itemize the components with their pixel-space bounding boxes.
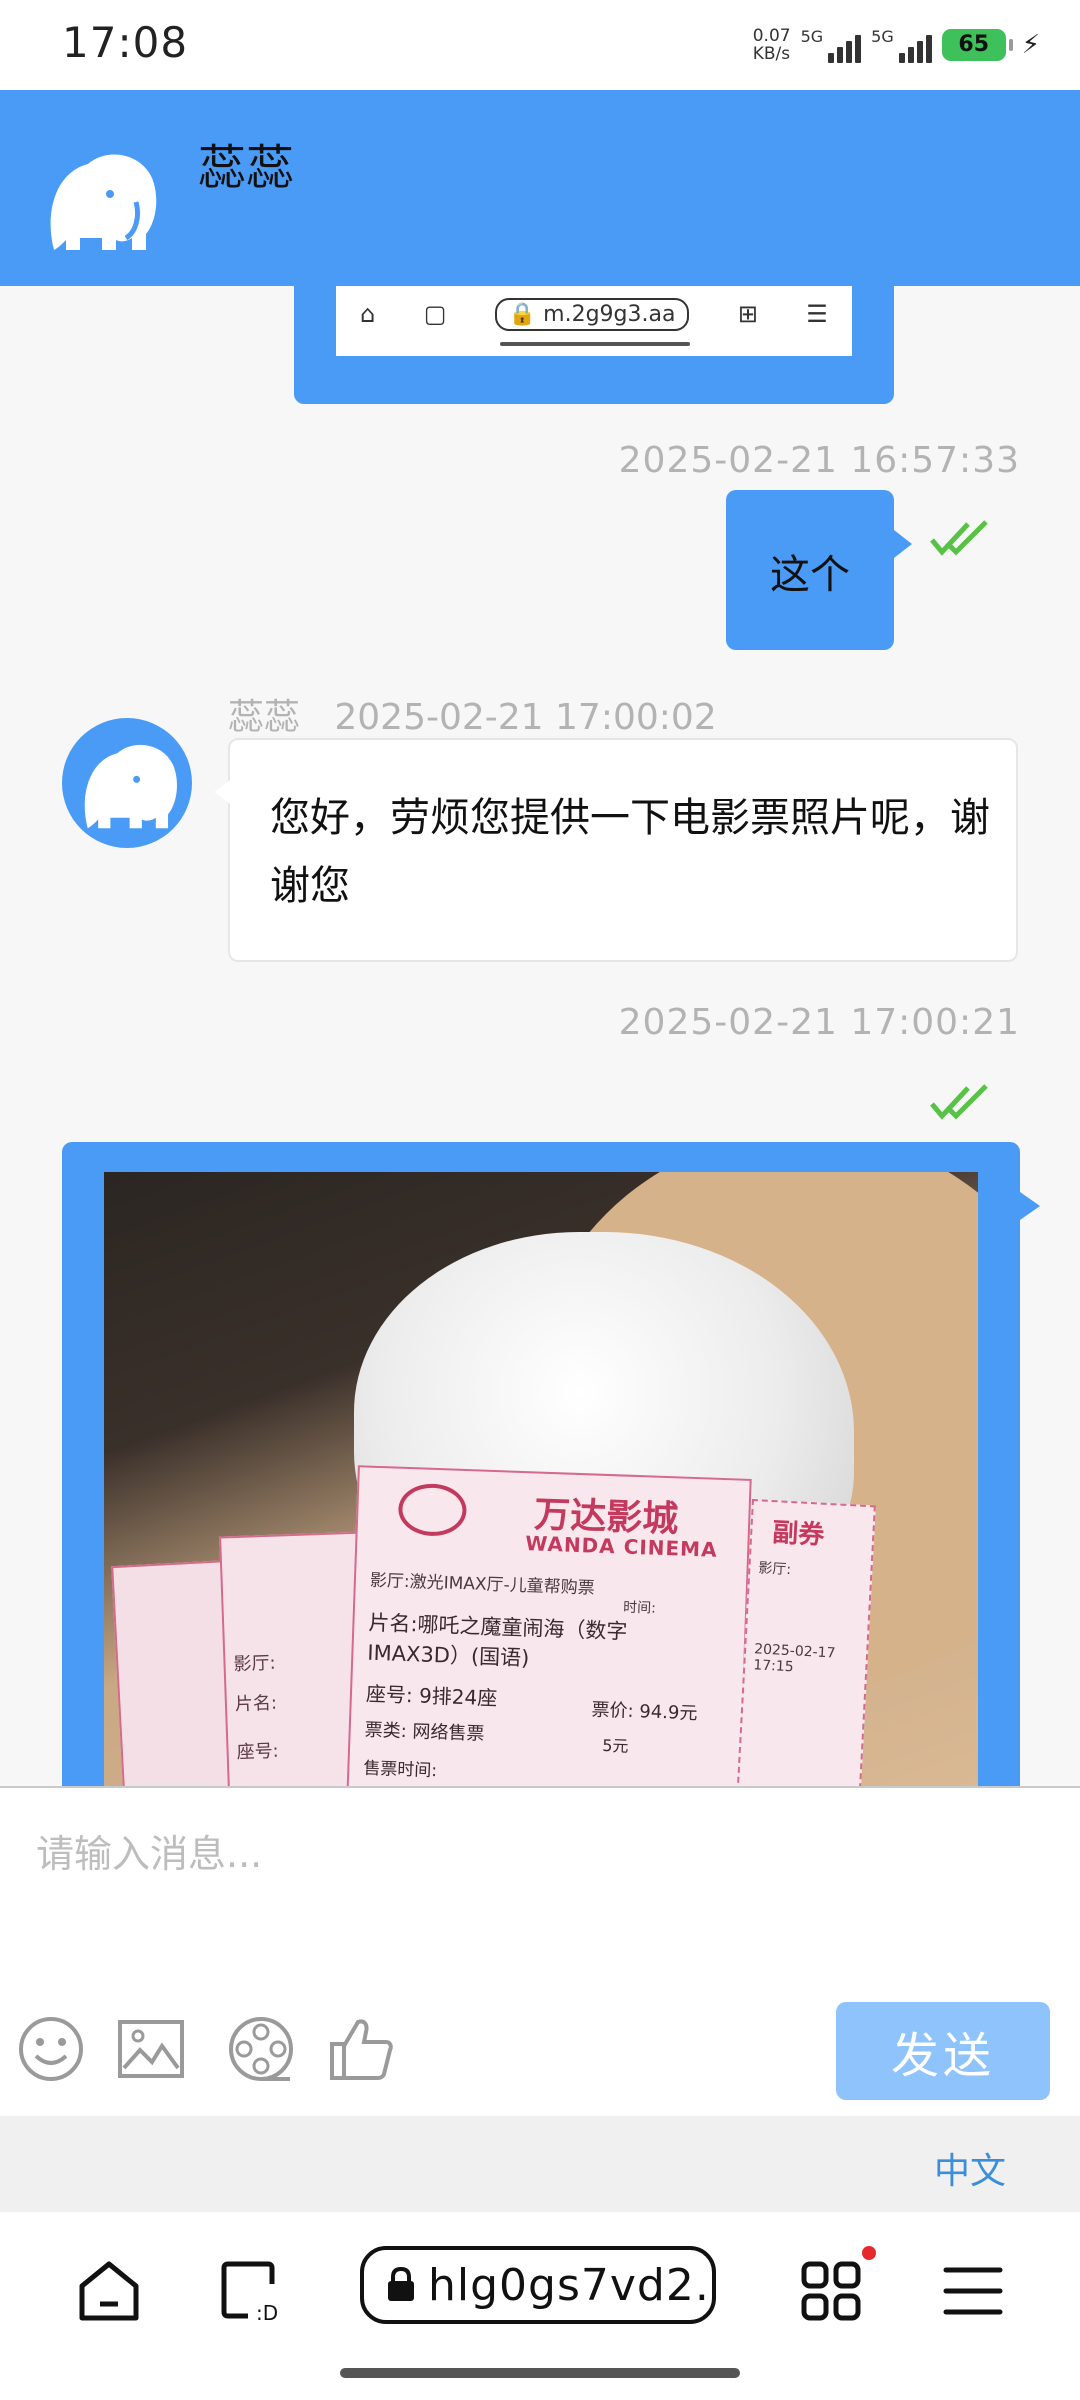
elephant-icon: [84, 744, 177, 829]
address-bar[interactable]: hlg0gs7vd2.: [360, 2246, 716, 2324]
message-composer: 发送: [0, 1786, 1080, 2118]
home-icon[interactable]: [74, 2256, 144, 2326]
double-check-icon: [930, 520, 988, 556]
double-check-icon: [930, 1084, 988, 1120]
language-toggle[interactable]: 中文: [934, 2142, 1006, 2194]
message-timestamp: 2025-02-21 17:00:02: [334, 697, 717, 738]
url-text: hlg0gs7vd2.: [428, 2259, 710, 2311]
ticket-front: 万达影城 WANDA CINEMA 影厅:激光IMAX厅-儿童帮购票 时间: 片…: [346, 1465, 752, 1792]
language-bar: 中文: [0, 2116, 1080, 2212]
message-input[interactable]: [34, 1818, 818, 1890]
mini-url: 🔒 m.2g9g3.aa: [494, 297, 690, 331]
cinema-brand-en: WANDA CINEMA: [524, 1531, 718, 1562]
screenshot-image: ⌂ ▢ 🔒 m.2g9g3.aa ⊞ ☰: [336, 286, 852, 356]
image-message[interactable]: 影厅: 片名: 座号: 万达影城 WANDA CINEMA 影厅:激光IMAX厅…: [62, 1142, 1040, 1792]
incoming-message[interactable]: 您好，劳烦您提供一下电影票照片呢，谢谢您: [214, 738, 1018, 962]
outgoing-message[interactable]: 这个: [726, 490, 912, 650]
smile-icon[interactable]: [16, 2014, 86, 2084]
wanda-logo: [397, 1482, 468, 1538]
notification-dot: [862, 2246, 876, 2260]
ticket-photo[interactable]: 影厅: 片名: 座号: 万达影城 WANDA CINEMA 影厅:激光IMAX厅…: [104, 1172, 978, 1792]
elephant-icon[interactable]: [36, 142, 162, 252]
home-icon: ⌂: [360, 300, 376, 328]
sender-name: 蕊蕊 2025-02-21 17:00:02: [228, 697, 717, 738]
menu-icon[interactable]: [938, 2256, 1008, 2326]
chat-header: 蕊蕊: [0, 90, 1080, 286]
lock-icon: [388, 2267, 414, 2301]
apps-icon: ⊞: [737, 300, 758, 328]
image-icon[interactable]: [116, 2014, 186, 2084]
film-reel-icon[interactable]: [226, 2014, 296, 2084]
message-timestamp: 2025-02-21 17:00:21: [618, 1002, 1020, 1043]
charging-icon: ⚡: [1021, 30, 1040, 60]
status-time: 17:08: [62, 18, 189, 67]
svg-text::D: :D: [256, 2301, 278, 2325]
apps-icon[interactable]: [796, 2256, 866, 2326]
ticket-stub: 副券 影厅: 2025-02-17 17:15: [736, 1498, 876, 1792]
message-text: 您好，劳烦您提供一下电影票照片呢，谢谢您: [270, 795, 990, 909]
tabs-icon: ▢: [423, 300, 447, 328]
status-bar: 17:08 0.07 KB/s 5G 5G 65 ⚡: [0, 0, 1080, 90]
thumbs-up-icon[interactable]: [326, 2014, 396, 2084]
message-timestamp: 2025-02-21 16:57:33: [618, 440, 1020, 481]
tabs-icon[interactable]: :D: [218, 2256, 288, 2326]
avatar[interactable]: [62, 718, 192, 848]
mini-browser-bar: ⌂ ▢ 🔒 m.2g9g3.aa ⊞ ☰: [336, 286, 852, 342]
screenshot-message[interactable]: ⌂ ▢ 🔒 m.2g9g3.aa ⊞ ☰: [294, 286, 894, 404]
menu-icon: ☰: [806, 300, 828, 328]
home-indicator: [340, 2368, 740, 2378]
mini-home-indicator: [500, 342, 690, 346]
network-speed: 0.07 KB/s: [752, 26, 791, 64]
message-text: 这个: [770, 552, 850, 598]
signal-icon: 5G: [801, 27, 862, 63]
status-indicators: 0.07 KB/s 5G 5G 65 ⚡: [753, 22, 1040, 68]
contact-name: 蕊蕊: [198, 140, 295, 196]
signal-icon: 5G: [871, 27, 932, 63]
send-button[interactable]: 发送: [836, 2002, 1050, 2100]
battery-icon: 65: [941, 29, 1013, 61]
